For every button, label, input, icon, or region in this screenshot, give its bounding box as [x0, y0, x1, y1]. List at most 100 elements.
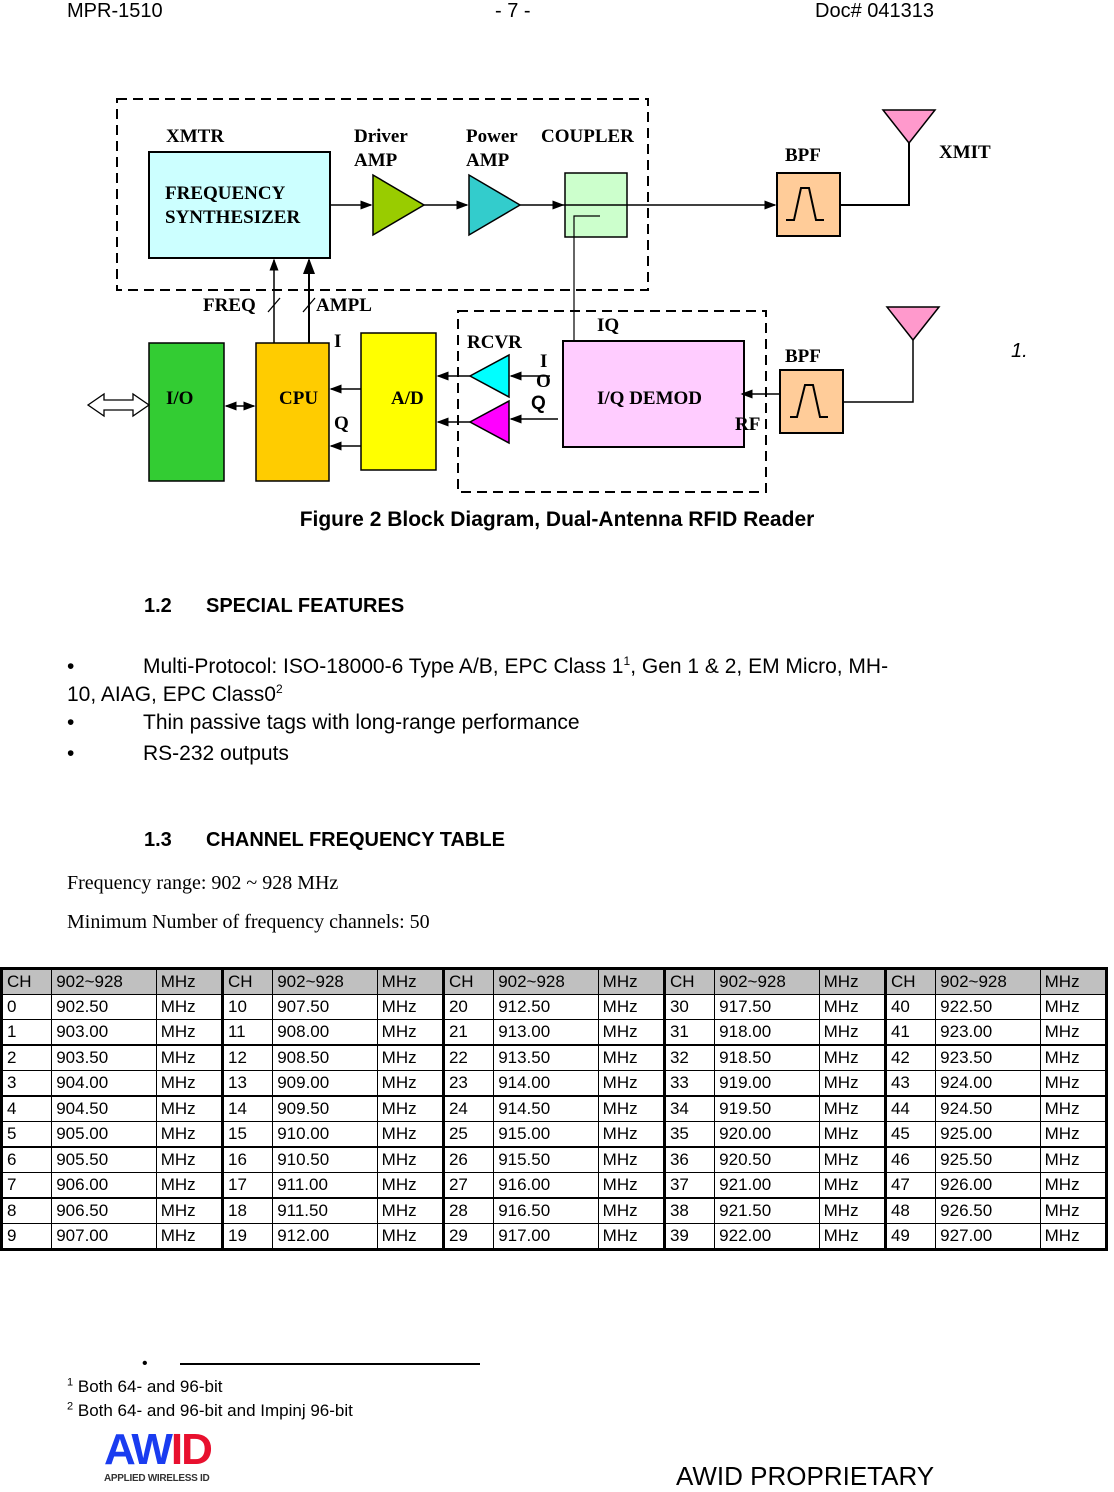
rf-label: RF	[735, 414, 760, 435]
cell-frequency: 916.50	[493, 1197, 599, 1224]
ad-label: A/D	[391, 388, 424, 409]
cell-channel: 11	[220, 1019, 274, 1046]
frequency-range-text: Frequency range: 902 ~ 928 MHz	[67, 872, 339, 894]
cell-channel: 6	[0, 1146, 53, 1173]
cell-frequency: 920.00	[714, 1121, 820, 1148]
bpf-top-block	[776, 172, 841, 237]
header-range: 902~928	[493, 968, 599, 995]
header-range: 902~928	[935, 968, 1041, 995]
ampl-label: AMPL	[316, 295, 372, 316]
io-label: I/O	[166, 388, 193, 409]
cell-unit: MHz	[1039, 1223, 1108, 1250]
io-block	[148, 342, 225, 482]
cell-unit: MHz	[376, 1095, 444, 1122]
cell-unit: MHz	[818, 1172, 886, 1199]
cell-channel: 40	[883, 994, 937, 1020]
cell-unit: MHz	[1039, 994, 1108, 1020]
cell-unit: MHz	[376, 1146, 444, 1173]
cell-channel: 3	[0, 1070, 53, 1097]
cell-unit: MHz	[1039, 1019, 1108, 1046]
cell-frequency: 912.00	[272, 1223, 378, 1250]
rcvr-o-label: O	[536, 371, 551, 392]
cell-channel: 36	[662, 1146, 716, 1173]
cell-frequency: 925.00	[935, 1121, 1041, 1148]
iq-demod-label: I/Q DEMOD	[597, 388, 702, 409]
footnote-separator	[180, 1363, 480, 1365]
section-title: CHANNEL FREQUENCY TABLE	[206, 829, 505, 851]
cell-frequency: 903.00	[51, 1019, 157, 1046]
note-marker: 1.	[1011, 340, 1028, 362]
cell-unit: MHz	[597, 1095, 665, 1122]
cell-frequency: 925.50	[935, 1146, 1041, 1173]
cell-unit: MHz	[818, 1019, 886, 1046]
cell-unit: MHz	[155, 994, 223, 1020]
header-ch: CH	[441, 968, 495, 995]
block-diagram: XMTR FREQUENCY SYNTHESIZER Driver AMP Po…	[86, 98, 1028, 493]
feature-item-thin-tags: • Thin passive tags with long-range perfo…	[67, 711, 580, 734]
rcv-antenna-icon	[885, 306, 941, 342]
channel-frequency-table: CH 902~928 MHz CH 902~928 MHz CH 902~928 MHz CH 90…	[0, 967, 1108, 1251]
cell-channel: 34	[662, 1095, 716, 1122]
cell-frequency: 912.50	[493, 994, 599, 1020]
cell-frequency: 911.50	[272, 1197, 378, 1224]
cell-channel: 12	[220, 1044, 274, 1071]
iq-label: IQ	[597, 315, 619, 336]
cell-frequency: 922.50	[935, 994, 1041, 1020]
cell-unit: MHz	[1039, 1070, 1108, 1097]
cell-frequency: 904.00	[51, 1070, 157, 1097]
cpu-i-label: I	[334, 331, 341, 352]
rcvr-i-label: I	[540, 351, 547, 372]
cell-channel: 27	[441, 1172, 495, 1199]
cell-frequency: 923.00	[935, 1019, 1041, 1046]
cell-channel: 44	[883, 1095, 937, 1122]
cell-channel: 9	[0, 1223, 53, 1250]
cell-frequency: 910.50	[272, 1146, 378, 1173]
cell-unit: MHz	[155, 1223, 223, 1250]
cell-frequency: 923.50	[935, 1044, 1041, 1071]
cell-frequency: 907.50	[272, 994, 378, 1020]
cell-unit: MHz	[1039, 1121, 1108, 1148]
cell-unit: MHz	[376, 1044, 444, 1071]
header-ch: CH	[220, 968, 274, 995]
section-number: 1.3	[144, 829, 172, 851]
cell-unit: MHz	[155, 1121, 223, 1148]
cell-channel: 41	[883, 1019, 937, 1046]
cell-frequency: 909.00	[272, 1070, 378, 1097]
cell-unit: MHz	[1039, 1146, 1108, 1173]
cell-frequency: 913.00	[493, 1019, 599, 1046]
cell-frequency: 905.00	[51, 1121, 157, 1148]
section-title: SPECIAL FEATURES	[206, 595, 405, 617]
cell-unit: MHz	[597, 1223, 665, 1250]
cell-unit: MHz	[155, 1019, 223, 1046]
cell-unit: MHz	[818, 1095, 886, 1122]
cell-channel: 2	[0, 1044, 53, 1071]
cell-channel: 7	[0, 1172, 53, 1199]
freq-label: FREQ	[203, 295, 256, 316]
cell-unit: MHz	[376, 1197, 444, 1224]
header-range: 902~928	[272, 968, 378, 995]
cell-unit: MHz	[818, 1044, 886, 1071]
cell-unit: MHz	[155, 1197, 223, 1224]
cell-channel: 43	[883, 1070, 937, 1097]
cell-frequency: 908.50	[272, 1044, 378, 1071]
cell-channel: 20	[441, 994, 495, 1020]
section-heading-channel-table: 1.3 CHANNEL FREQUENCY TABLE	[144, 829, 505, 852]
table-row: 1 903.00 MHz 11 908.00 MHz 21 913.00 MHz 31 918.00…	[0, 1019, 1108, 1046]
cell-channel: 26	[441, 1146, 495, 1173]
cell-unit: MHz	[818, 1146, 886, 1173]
rcvr-i-amp-triangle	[468, 353, 510, 399]
cell-unit: MHz	[376, 1070, 444, 1097]
cell-frequency: 914.00	[493, 1070, 599, 1097]
cell-unit: MHz	[1039, 1197, 1108, 1224]
rcvr-q-amp-triangle	[468, 399, 510, 445]
frequency-label: FREQUENCY	[165, 183, 286, 204]
cell-channel: 31	[662, 1019, 716, 1046]
logo-tagline: APPLIED WIRELESS ID	[104, 1473, 210, 1484]
cell-frequency: 926.00	[935, 1172, 1041, 1199]
rcvr-q-label: Q	[531, 393, 546, 414]
cell-frequency: 905.50	[51, 1146, 157, 1173]
cell-frequency: 921.00	[714, 1172, 820, 1199]
cell-unit: MHz	[1039, 1044, 1108, 1071]
cell-unit: MHz	[376, 1223, 444, 1250]
cell-channel: 28	[441, 1197, 495, 1224]
